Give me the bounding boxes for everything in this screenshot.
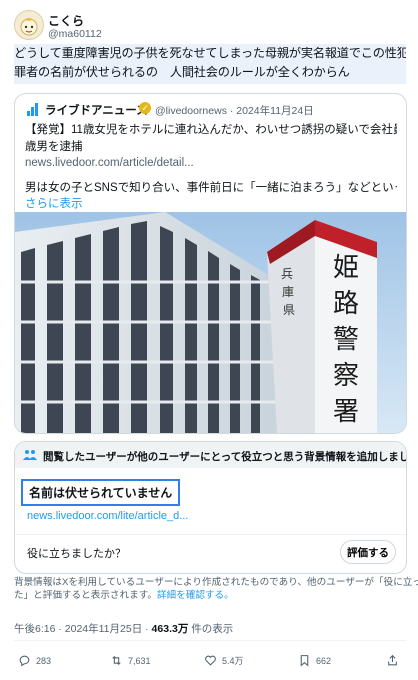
quoted-text-line: 【発覚】11歳女児をホテルに連れ込んだか、わいせつ誘拐の疑いで会社員の22 xyxy=(25,124,397,136)
like-count: 5.4万 xyxy=(222,656,244,666)
police-station-photo[interactable]: 姫 路 警 察 署 兵 庫 県 xyxy=(15,212,406,433)
show-more-link[interactable]: さらに表示 xyxy=(25,196,397,213)
quoted-post[interactable]: ライブドアニュース ✓ @livedoornews · 2024年11月24日 … xyxy=(14,93,407,434)
share-icon xyxy=(388,654,397,666)
quoted-author-meta: @livedoornews · 2024年11月24日 xyxy=(155,105,314,117)
rate-button[interactable]: 評価する xyxy=(340,540,396,564)
sign-char: 署 xyxy=(333,397,359,427)
bookmark-button[interactable]: 662 xyxy=(298,654,331,667)
note-disclaimer: 背景情報はXを利用しているユーザーにより作成されたものであり、他のユーザーが「役… xyxy=(14,576,418,602)
community-note-link[interactable]: news.livedoor.com/lite/article_d... xyxy=(27,510,188,522)
repost-count: 7,631 xyxy=(128,655,151,666)
bookmark-icon xyxy=(300,655,309,667)
divider xyxy=(15,534,406,535)
learn-more-link[interactable]: 詳細を確認する。 xyxy=(157,590,234,601)
post-header: こくら @ma60112 どうして重度障害児の子供を死なせてしまった母親が実名報… xyxy=(0,0,418,90)
disclaimer-line: た」と評価すると表示されます。 xyxy=(14,590,157,601)
post-timestamp: 午後6:16 · 2024年11月25日 · 463.3万 件の表示 xyxy=(14,621,233,636)
quoted-author-name[interactable]: ライブドアニュース xyxy=(45,102,148,118)
post-text-line: 罪者の名前が伏せられるの 人間社会のルールが全くわからん xyxy=(14,65,350,79)
avatar[interactable] xyxy=(14,10,44,40)
sign-char: 察 xyxy=(333,361,359,391)
community-note-header: 閲覧したユーザーが他のユーザーにとって役立つと思う背景情報を追加しました xyxy=(15,442,406,468)
community-note: 閲覧したユーザーが他のユーザーにとって役立つと思う背景情報を追加しました 名前は… xyxy=(14,441,407,574)
people-icon xyxy=(23,450,37,460)
quoted-body: 男は女の子とSNSで知り合い、事件前日に「一緒に泊まろう」などといって誘... xyxy=(25,181,397,194)
sign-small-char: 県 xyxy=(283,303,295,317)
sign-char: 姫 xyxy=(333,253,359,283)
action-bar: 283 7,631 5.4万 662 xyxy=(0,650,418,674)
community-note-body: 名前は伏せられていません xyxy=(21,479,181,506)
quoted-text-line: 歳男を逮捕 xyxy=(25,140,83,153)
helpful-question: 役に立ちましたか？ xyxy=(27,548,126,560)
author-name[interactable]: こくら xyxy=(48,12,84,29)
quoted-text: 【発覚】11歳女児をホテルに連れ込んだか、わいせつ誘拐の疑いで会社員の22 歳男… xyxy=(25,122,397,213)
sign-char: 警 xyxy=(333,325,359,355)
share-button[interactable] xyxy=(386,654,399,667)
disclaimer-line: 背景情報はXを利用しているユーザーにより作成されたものであり、他のユーザーが「役… xyxy=(14,577,418,588)
divider xyxy=(14,640,406,641)
repost-button[interactable]: 7,631 xyxy=(110,654,151,667)
author-handle[interactable]: @ma60112 xyxy=(48,28,102,40)
repost-icon xyxy=(112,655,121,666)
livedoor-logo-icon xyxy=(25,102,39,116)
sign-char: 路 xyxy=(333,289,359,319)
bookmark-count: 662 xyxy=(316,655,332,666)
view-count: 463.3万 xyxy=(151,623,189,635)
reply-button[interactable]: 283 xyxy=(18,654,51,667)
post-text-line: どうして重度障害児の子供を死なせてしまった母親が実名報道でこの性犯 xyxy=(14,46,406,60)
heart-icon xyxy=(205,655,216,666)
like-button[interactable]: 5.4万 xyxy=(204,654,244,667)
quoted-article-link[interactable]: news.livedoor.com/article/detail... xyxy=(25,155,397,172)
verified-badge-icon: ✓ xyxy=(139,102,151,114)
reply-icon xyxy=(19,655,30,667)
post-text: どうして重度障害児の子供を死なせてしまった母親が実名報道でこの性犯 罪者の名前が… xyxy=(14,44,406,84)
reply-count: 283 xyxy=(36,655,52,666)
timestamp-text[interactable]: 午後6:16 · 2024年11月25日 · xyxy=(14,623,152,635)
sign-small-char: 兵 xyxy=(281,267,293,281)
view-suffix: 件の表示 xyxy=(188,623,234,635)
community-note-title: 閲覧したユーザーが他のユーザーにとって役立つと思う背景情報を追加しました xyxy=(43,451,407,463)
sign-small-char: 庫 xyxy=(282,285,294,299)
